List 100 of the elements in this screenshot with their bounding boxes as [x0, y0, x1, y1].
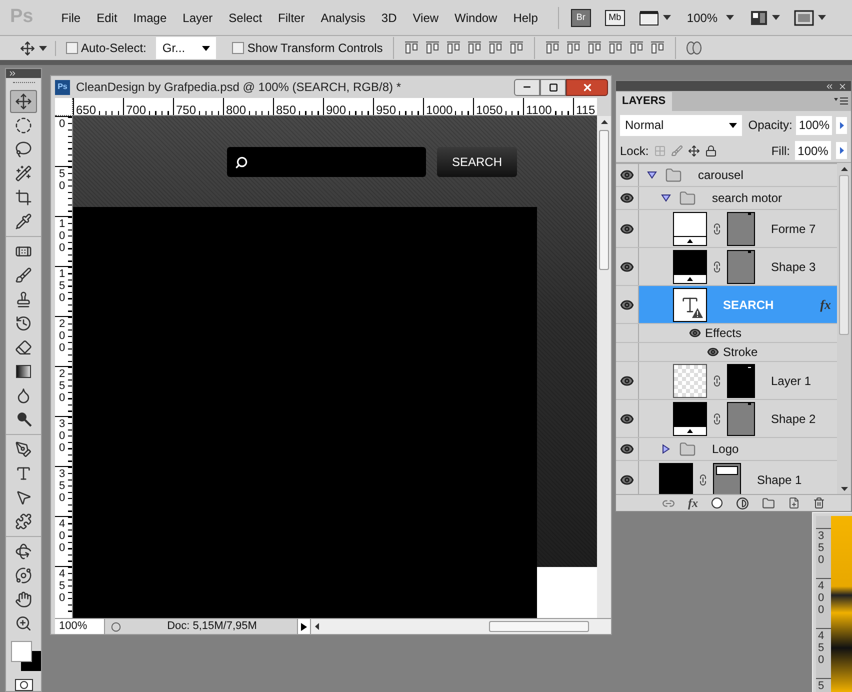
move-icon[interactable] — [688, 144, 700, 156]
restore-button[interactable] — [540, 78, 566, 96]
align-icon[interactable] — [488, 41, 503, 55]
trash-icon[interactable] — [813, 497, 825, 509]
blend-mode-dropdown[interactable]: Normal — [620, 114, 742, 136]
eye-icon[interactable] — [620, 260, 634, 274]
menu-item[interactable]: Analysis — [312, 6, 374, 28]
menu-item[interactable]: Edit — [88, 6, 126, 28]
eye-icon[interactable] — [620, 222, 634, 236]
eye-icon[interactable] — [620, 298, 634, 312]
scroll-left-icon[interactable] — [315, 623, 319, 630]
play-icon[interactable] — [297, 619, 311, 634]
expanded-triangle-icon[interactable] — [661, 193, 671, 203]
mini-bridge-button[interactable]: Mb — [604, 10, 625, 26]
eyedropper-icon — [15, 212, 32, 230]
eye-icon[interactable] — [620, 412, 634, 426]
arrow-button-icon[interactable] — [836, 142, 847, 159]
checkbox[interactable] — [66, 42, 78, 54]
zoom-level-dropdown[interactable]: 100% — [686, 8, 734, 26]
menu-item[interactable]: 3D — [373, 6, 405, 28]
menu-item[interactable]: Filter — [270, 6, 313, 28]
panel-menu-icon[interactable] — [834, 97, 848, 105]
caret-icon — [726, 15, 734, 20]
quick-mask-button[interactable] — [14, 679, 32, 691]
opacity-field[interactable]: 100% — [796, 116, 832, 134]
film-frame-icon[interactable] — [638, 10, 659, 26]
eye-icon[interactable] — [620, 472, 634, 486]
auto-select-dropdown[interactable]: Gr... — [156, 37, 216, 59]
layers-scrollbar[interactable] — [837, 163, 851, 494]
folder-icon[interactable] — [762, 496, 775, 510]
align-icon[interactable] — [608, 41, 623, 55]
ruler-label: 1000 — [424, 103, 453, 115]
scroll-thumb[interactable] — [839, 175, 849, 335]
auto-align-icon[interactable] — [686, 41, 702, 55]
half-circle-icon[interactable] — [736, 496, 749, 510]
new-layer-icon[interactable] — [788, 497, 800, 509]
menu-item[interactable]: Select — [220, 6, 270, 28]
droplet-icon — [15, 386, 32, 404]
scroll-up-icon[interactable] — [600, 120, 608, 124]
menu-item[interactable]: Image — [125, 6, 175, 28]
gradient-icon — [16, 364, 31, 378]
menu-item[interactable]: File — [53, 6, 89, 28]
ruler-label: 650 — [74, 103, 96, 115]
scroll-down-icon[interactable] — [840, 487, 848, 491]
align-icon[interactable] — [586, 41, 602, 55]
close-icon[interactable] — [838, 82, 847, 90]
menu-item[interactable]: View — [404, 6, 447, 28]
layout-icon[interactable] — [750, 10, 768, 26]
menu-item[interactable]: Layer — [174, 6, 221, 28]
layers-tab[interactable]: LAYERS — [616, 92, 672, 111]
align-icon[interactable] — [424, 41, 440, 55]
align-icon[interactable] — [650, 41, 665, 55]
selected-layer-row[interactable]: SEARCH fx — [639, 286, 837, 323]
align-icon[interactable] — [446, 41, 461, 55]
arrow-button-icon[interactable] — [836, 116, 847, 134]
align-icon[interactable] — [508, 41, 524, 55]
checker-icon[interactable] — [654, 144, 666, 156]
expanded-triangle-icon[interactable] — [647, 170, 657, 180]
document-title: CleanDesign by Grafpedia.psd @ 100% (SEARCH, RGB/8) * — [76, 79, 402, 96]
close-button[interactable] — [566, 78, 608, 96]
vertical-scrollbar[interactable] — [597, 116, 611, 618]
scroll-thumb[interactable] — [599, 130, 609, 270]
align-icon[interactable] — [566, 41, 581, 55]
align-icon[interactable] — [544, 41, 560, 55]
screen-mode-icon[interactable] — [794, 10, 814, 26]
effects-badge[interactable]: fx — [820, 294, 831, 314]
eye-icon[interactable] — [620, 374, 634, 388]
lock-icon[interactable] — [704, 144, 717, 156]
minimize-button[interactable] — [514, 78, 540, 96]
eye-icon[interactable] — [620, 191, 634, 205]
lock-label: Lock: — [620, 142, 649, 160]
checkbox[interactable] — [232, 42, 244, 54]
tool-button[interactable] — [10, 90, 37, 113]
scroll-thumb[interactable] — [489, 621, 589, 632]
background-color-swatch[interactable] — [20, 650, 40, 671]
caret-icon — [202, 46, 210, 50]
zoom-field[interactable]: 100% — [55, 619, 105, 634]
layer-name: Shape 1 — [757, 472, 803, 488]
eye-icon[interactable] — [707, 346, 719, 358]
horizontal-scrollbar[interactable] — [311, 619, 611, 634]
collapsed-triangle-icon[interactable] — [661, 444, 671, 454]
fill-field[interactable]: 100% — [795, 141, 831, 160]
scroll-up-icon[interactable] — [840, 167, 848, 171]
menu-item[interactable]: Window — [446, 6, 506, 28]
ruler-label: 450 — [57, 568, 68, 604]
eye-icon[interactable] — [620, 442, 634, 456]
collapse-icon[interactable] — [825, 82, 834, 90]
eye-icon[interactable] — [620, 168, 634, 182]
align-icon[interactable] — [404, 41, 419, 55]
bridge-button[interactable]: Br — [570, 8, 591, 26]
eye-icon[interactable] — [689, 327, 701, 339]
add-style-button[interactable]: fx — [688, 494, 698, 512]
expand-icon[interactable] — [8, 69, 17, 78]
move-icon[interactable] — [20, 40, 35, 56]
align-icon[interactable] — [466, 41, 482, 55]
foreground-color-swatch[interactable] — [10, 640, 32, 662]
align-icon[interactable] — [628, 41, 644, 55]
menu-item[interactable]: Help — [505, 6, 546, 28]
layer-name: carousel — [698, 167, 744, 184]
mask-icon[interactable] — [711, 497, 723, 509]
